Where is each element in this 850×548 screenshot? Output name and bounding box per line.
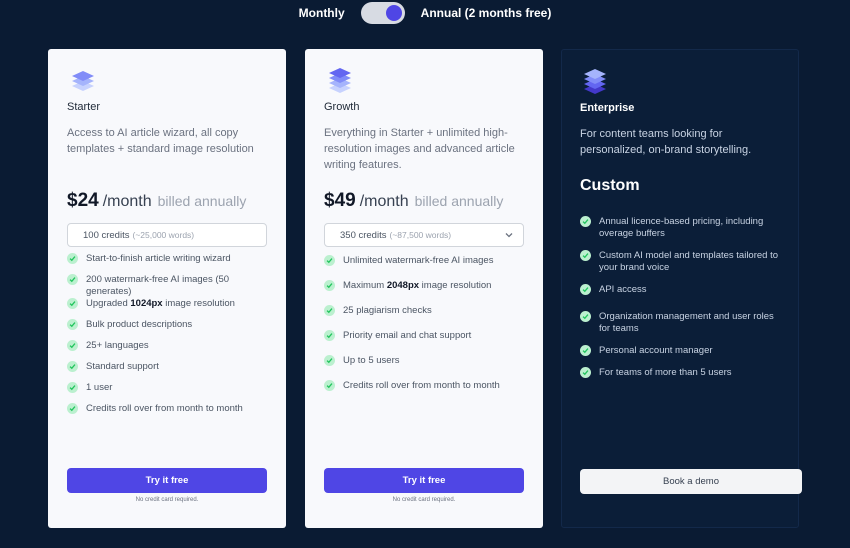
billing-toggle: Monthly Annual (2 months free) xyxy=(0,2,850,24)
plan-name: Enterprise xyxy=(580,102,635,114)
feature-text: Upgraded 1024px image resolution xyxy=(86,298,235,309)
plan-card-growth: Growth Everything in Starter + unlimited… xyxy=(305,49,543,528)
feature-text: 200 watermark-free AI images (50 generat… xyxy=(86,274,230,297)
check-icon xyxy=(324,305,335,316)
feature-text: Unlimited watermark-free AI images xyxy=(343,255,494,266)
stack-layers-icon xyxy=(68,67,98,93)
plan-card-enterprise: Enterprise For content teams looking for… xyxy=(561,49,802,528)
book-demo-button[interactable]: Book a demo xyxy=(580,469,802,494)
custom-price: Custom xyxy=(580,177,640,194)
credits-amount: 350 credits xyxy=(340,229,387,241)
feature-item: Custom AI model and templates tailored t… xyxy=(580,250,785,274)
feature-text: For teams of more than 5 users xyxy=(599,367,732,378)
no-card-note: No credit card required. xyxy=(392,497,456,503)
price-period: /month xyxy=(359,193,409,210)
feature-item: Bulk product descriptions xyxy=(67,319,272,331)
check-icon xyxy=(324,355,335,366)
stack-layers-icon xyxy=(580,68,610,94)
feature-text: Bulk product descriptions xyxy=(86,319,193,330)
check-icon xyxy=(324,255,335,266)
plan-name: Growth xyxy=(324,101,360,113)
try-free-button[interactable]: Try it free xyxy=(67,468,267,493)
feature-item: 25+ languages xyxy=(67,340,272,352)
check-icon xyxy=(67,340,78,351)
check-icon xyxy=(67,382,78,393)
check-icon xyxy=(67,274,78,285)
credits-words: (~25,000 words) xyxy=(132,230,195,240)
feature-text: Maximum 2048px image resolution xyxy=(343,280,492,291)
feature-text: Up to 5 users xyxy=(343,355,400,366)
stack-layers-icon xyxy=(325,67,355,93)
feature-item: Start-to-finish article writing wizard xyxy=(67,253,272,265)
try-free-button[interactable]: Try it free xyxy=(324,468,524,493)
plan-card-starter: Starter Access to AI article wizard, all… xyxy=(48,49,286,528)
plan-name: Starter xyxy=(67,101,101,113)
switch-knob xyxy=(385,5,402,21)
feature-text: Credits roll over from month to month xyxy=(343,380,500,391)
check-icon xyxy=(324,330,335,341)
check-icon xyxy=(67,403,78,414)
price-row: $49 /month billed annually xyxy=(324,190,503,212)
feature-text: 25+ languages xyxy=(86,340,149,351)
monthly-label[interactable]: Monthly xyxy=(299,6,345,20)
feature-item: Annual licence-based pricing, including … xyxy=(580,216,785,240)
check-icon xyxy=(67,319,78,330)
feature-text: Standard support xyxy=(86,361,159,372)
feature-text: 1 user xyxy=(86,382,113,393)
credits-display: 100 credits (~25,000 words) xyxy=(67,223,267,247)
check-icon xyxy=(67,253,78,264)
billing-switch[interactable] xyxy=(360,2,405,24)
feature-item: Organization management and user roles f… xyxy=(580,311,785,335)
feature-item: Credits roll over from month to month xyxy=(324,380,529,392)
feature-item: Unlimited watermark-free AI images xyxy=(324,255,529,267)
feature-text: Credits roll over from month to month xyxy=(86,403,243,414)
check-icon xyxy=(580,250,591,261)
credits-amount: 100 credits xyxy=(83,229,130,241)
feature-item: 1 user xyxy=(67,382,272,394)
check-icon xyxy=(67,298,78,309)
plan-description: Everything in Starter + unlimited high-r… xyxy=(324,127,515,171)
feature-item: Credits roll over from month to month xyxy=(67,403,272,415)
feature-text: 25 plagiarism checks xyxy=(343,305,432,316)
feature-text: Annual licence-based pricing, including … xyxy=(599,216,764,239)
feature-text: Personal account manager xyxy=(599,345,713,356)
price-billed: billed annually xyxy=(157,193,247,209)
check-icon xyxy=(580,216,591,227)
credits-select[interactable]: 350 credits (~87,500 words) xyxy=(324,223,524,247)
feature-item: Personal account manager xyxy=(580,345,785,357)
price-billed: billed annually xyxy=(414,193,504,209)
feature-item: Standard support xyxy=(67,361,272,373)
price-amount: $49 xyxy=(324,190,356,211)
chevron-down-icon xyxy=(504,230,514,243)
check-icon xyxy=(324,380,335,391)
check-icon xyxy=(324,280,335,291)
price-row: $24 /month billed annually xyxy=(67,190,246,212)
feature-item: Priority email and chat support xyxy=(324,330,529,342)
feature-item: Up to 5 users xyxy=(324,355,529,367)
feature-text: Priority email and chat support xyxy=(343,330,472,341)
feature-text: API access xyxy=(599,284,647,295)
no-card-note: No credit card required. xyxy=(135,497,199,503)
price-period: /month xyxy=(102,193,152,210)
annual-label[interactable]: Annual (2 months free) xyxy=(421,6,552,20)
plan-description: Access to AI article wizard, all copy te… xyxy=(67,127,254,155)
check-icon xyxy=(580,311,591,322)
feature-text: Organization management and user roles f… xyxy=(599,311,774,334)
feature-item: 25 plagiarism checks xyxy=(324,305,529,317)
plan-description: For content teams looking for personaliz… xyxy=(580,128,752,156)
feature-item: API access xyxy=(580,284,785,296)
check-icon xyxy=(580,284,591,295)
price-amount: $24 xyxy=(67,190,99,211)
feature-item: For teams of more than 5 users xyxy=(580,367,785,379)
feature-item: Upgraded 1024px image resolution xyxy=(67,298,272,310)
check-icon xyxy=(580,345,591,356)
feature-text: Custom AI model and templates tailored t… xyxy=(599,250,779,273)
feature-item: Maximum 2048px image resolution xyxy=(324,280,529,292)
feature-text: Start-to-finish article writing wizard xyxy=(86,253,231,264)
credits-words: (~87,500 words) xyxy=(389,230,452,240)
check-icon xyxy=(580,367,591,378)
feature-item: 200 watermark-free AI images (50 generat… xyxy=(67,274,272,298)
check-icon xyxy=(67,361,78,372)
